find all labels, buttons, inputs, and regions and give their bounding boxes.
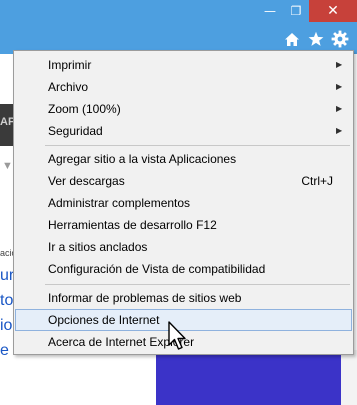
menu-item-seguridad[interactable]: Seguridad ▶: [15, 120, 352, 142]
submenu-arrow-icon: ▶: [336, 82, 343, 91]
page-arrow-icon: ▼: [2, 160, 13, 172]
submenu-arrow-icon: ▶: [336, 126, 343, 135]
menu-item-label: Seguridad: [48, 124, 103, 138]
page-link[interactable]: e: [0, 342, 9, 360]
menu-item-label: Informar de problemas de sitios web: [48, 291, 242, 305]
menu-item-label: Ver descargas: [48, 174, 125, 188]
menu-item-label: Opciones de Internet: [48, 313, 160, 327]
submenu-arrow-icon: ▶: [336, 60, 343, 69]
page-banner-block: [156, 350, 341, 405]
menu-separator: [45, 284, 350, 285]
menu-item-herramientas-desarrollo[interactable]: Herramientas de desarrollo F12: [15, 214, 352, 236]
menu-item-label: Agregar sitio a la vista Aplicaciones: [48, 152, 237, 166]
menu-item-zoom[interactable]: Zoom (100%) ▶: [15, 98, 352, 120]
menu-item-label: Herramientas de desarrollo F12: [48, 218, 217, 232]
menu-item-imprimir[interactable]: Imprimir ▶: [15, 54, 352, 76]
restore-icon[interactable]: ❐: [283, 0, 309, 22]
menu-item-label: Imprimir: [48, 58, 92, 72]
menu-item-shortcut: Ctrl+J: [301, 174, 333, 188]
favorites-star-icon[interactable]: [307, 30, 325, 48]
mouse-pointer-icon: [168, 321, 186, 350]
submenu-arrow-icon: ▶: [336, 104, 343, 113]
menu-item-label: Zoom (100%): [48, 102, 121, 116]
menu-item-label: Ir a sitios anclados: [48, 240, 148, 254]
menu-item-sitios-anclados[interactable]: Ir a sitios anclados: [15, 236, 352, 258]
minimize-icon[interactable]: —: [257, 0, 283, 22]
menu-item-administrar-complementos[interactable]: Administrar complementos: [15, 192, 352, 214]
tools-gear-icon[interactable]: [331, 30, 349, 48]
tools-menu: Imprimir ▶ Archivo ▶ Zoom (100%) ▶ Segur…: [13, 50, 354, 355]
menu-item-agregar-sitio[interactable]: Agregar sitio a la vista Aplicaciones: [15, 148, 352, 170]
menu-item-vista-compatibilidad[interactable]: Configuración de Vista de compatibilidad: [15, 258, 352, 280]
menu-item-informar-problemas[interactable]: Informar de problemas de sitios web: [15, 287, 352, 309]
page-link[interactable]: io: [0, 317, 12, 335]
menu-item-label: Configuración de Vista de compatibilidad: [48, 262, 266, 276]
page-link[interactable]: to: [0, 292, 13, 310]
menu-separator: [45, 145, 350, 146]
menu-item-archivo[interactable]: Archivo ▶: [15, 76, 352, 98]
home-icon[interactable]: [283, 30, 301, 48]
close-icon[interactable]: ✕: [309, 0, 357, 22]
menu-item-label: Administrar complementos: [48, 196, 191, 210]
menu-item-ver-descargas[interactable]: Ver descargas Ctrl+J: [15, 170, 352, 192]
page-scrollbar[interactable]: [341, 350, 357, 405]
menu-item-label: Archivo: [48, 80, 89, 94]
